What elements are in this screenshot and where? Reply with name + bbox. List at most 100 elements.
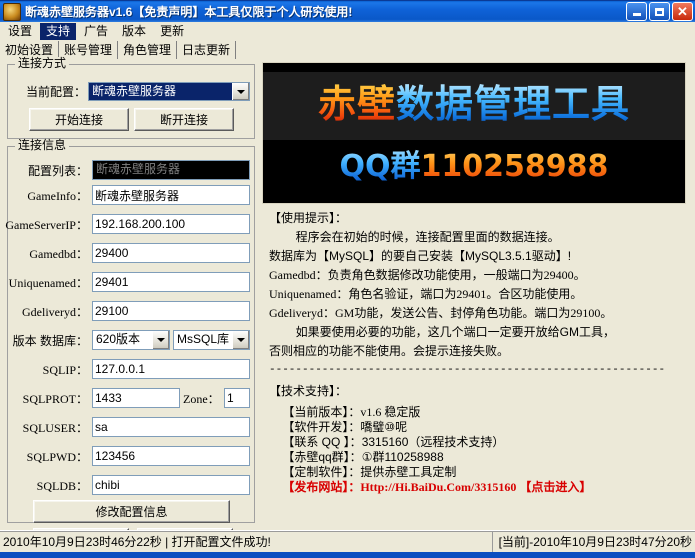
version-combo[interactable]: 620版本: [92, 330, 170, 350]
sqlprot-field[interactable]: [92, 388, 180, 408]
maximize-icon: [655, 8, 664, 16]
gamedbd-label: Gamedbd：: [6, 247, 88, 261]
gameserverip-field[interactable]: [92, 214, 250, 234]
banner-qq-number: 110258988: [421, 149, 609, 184]
support-row-1-value: 嘺璧⑩呢: [360, 420, 407, 434]
menu-item-update[interactable]: 更新: [154, 23, 190, 40]
support-row-0: 【当前版本】：v1.6 稳定版: [269, 405, 681, 420]
window-bottom-edge: [0, 552, 695, 558]
banner-qq-label: QQ群: [340, 149, 421, 184]
database-combo-value: MsSQL库: [174, 331, 232, 349]
info-divider: ----------------------------------------…: [269, 361, 681, 380]
info-text-panel[interactable]: 【使用提示】： 程序会在初始的时候，连接配置里面的数据连接。 数据库为【MySQ…: [262, 206, 686, 523]
window-title: 断魂赤壁服务器v1.6【免责声明】本工具仅限于个人研究使用!: [25, 3, 352, 20]
chevron-down-icon[interactable]: [152, 331, 169, 349]
menu-item-version[interactable]: 版本: [116, 23, 152, 40]
support-row-3: 【赤壁qq群】：①群110258988: [269, 450, 681, 465]
gamedbd-field[interactable]: [92, 243, 250, 263]
sqlip-field[interactable]: [92, 359, 250, 379]
minimize-button[interactable]: [626, 2, 647, 21]
support-heading: 【技术支持】：: [269, 382, 681, 401]
support-row-0-value: v1.6 稳定版: [360, 405, 420, 419]
gameinfo-label: GameInfo：: [6, 189, 88, 203]
support-row-2-key: 【联系 QQ 】：: [269, 435, 362, 449]
support-row-5[interactable]: 【发布网站】：Http://Hi.BaiDu.Com/3315160 【点击进入…: [269, 480, 681, 495]
disconnect-button[interactable]: 断开连接: [134, 108, 234, 131]
status-left-pane: 2010年10月9日23时46分22秒 | 打开配置文件成功!: [0, 532, 493, 552]
tab-strip: 初始设置 账号管理 角色管理 日志更新: [0, 40, 695, 59]
config-list-box[interactable]: 断魂赤壁服务器: [92, 160, 250, 180]
banner-qq-line: QQ群110258988: [263, 147, 685, 187]
banner-title-part1: 赤壁: [318, 82, 396, 126]
close-button[interactable]: ✕: [672, 2, 693, 21]
support-row-0-key: 【当前版本】：: [269, 405, 360, 419]
tab-log-update[interactable]: 日志更新: [177, 41, 236, 59]
current-config-combo-value: 断魂赤壁服务器: [89, 83, 232, 100]
chevron-down-icon[interactable]: [232, 83, 249, 100]
info-line-5: 如果要使用必要的功能，这几个端口一定要开放给GM工具，: [269, 323, 681, 342]
maximize-button[interactable]: [649, 2, 670, 21]
modify-config-button[interactable]: 修改配置信息: [33, 500, 230, 523]
application-window: 断魂赤壁服务器v1.6【免责声明】本工具仅限于个人研究使用! ✕ 设置 支持 广…: [0, 0, 695, 558]
info-line-1: 数据库为【MySQL】的要自己安装【MySQL3.5.1驱动】!: [269, 247, 681, 266]
status-bar: 2010年10月9日23时46分22秒 | 打开配置文件成功! [当前]-201…: [0, 530, 695, 552]
gdeliveryd-field[interactable]: [92, 301, 250, 321]
status-right-pane: [当前]-2010年10月9日23时47分20秒: [493, 532, 695, 552]
info-line-3: Uniquenamed：角色名验证，端口为29401。合区功能使用。: [269, 285, 681, 304]
current-config-combo[interactable]: 断魂赤壁服务器: [88, 82, 250, 101]
uniquenamed-field[interactable]: [92, 272, 250, 292]
tab-role-management[interactable]: 角色管理: [118, 41, 177, 59]
promo-banner: 赤壁数据管理工具 QQ群110258988: [262, 62, 686, 204]
support-row-4-key: 【定制软件】：: [269, 465, 360, 479]
support-row-1: 【软件开发】：嘺璧⑩呢: [269, 420, 681, 435]
menu-item-support[interactable]: 支持: [40, 23, 76, 40]
sqluser-field[interactable]: [92, 417, 250, 437]
sqlpwd-field[interactable]: [92, 446, 250, 466]
start-connect-button[interactable]: 开始连接: [29, 108, 129, 131]
support-row-3-value: ①群110258988: [362, 450, 444, 464]
gameinfo-field[interactable]: [92, 185, 250, 205]
zone-label: Zone：: [183, 392, 223, 406]
main-content: 连接方式 当前配置： 断魂赤壁服务器 开始连接 断开连接 连接信息 配置列表： …: [0, 59, 695, 530]
support-row-4: 【定制软件】：提供赤壁工具定制: [269, 465, 681, 480]
release-website-link[interactable]: Http://Hi.BaiDu.Com/3315160 【点击进入】: [360, 480, 591, 494]
sqlpwd-label: SQLPWD：: [12, 450, 88, 464]
config-list-label: 配置列表：: [10, 164, 88, 178]
connection-info-group-title: 连接信息: [15, 139, 69, 152]
version-combo-value: 620版本: [93, 331, 152, 349]
support-row-2-value: 3315160（远程技术支持）: [362, 435, 505, 449]
sqlprot-label: SQLPROT：: [8, 392, 88, 406]
window-controls: ✕: [626, 2, 693, 21]
support-row-4-value: 提供赤壁工具定制: [360, 465, 456, 479]
support-row-3-key: 【赤壁qq群】：: [269, 450, 362, 464]
close-icon: ✕: [677, 5, 688, 18]
minimize-icon: [633, 13, 641, 16]
info-line-0: 程序会在初始的时候，连接配置里面的数据连接。: [269, 228, 681, 247]
chevron-down-icon[interactable]: [232, 331, 249, 349]
database-combo[interactable]: MsSQL库: [173, 330, 250, 350]
support-row-2: 【联系 QQ 】：3315160（远程技术支持）: [269, 435, 681, 450]
list-item[interactable]: 断魂赤壁服务器: [93, 161, 249, 177]
support-row-1-key: 【软件开发】：: [269, 420, 360, 434]
sqluser-label: SQLUSER：: [8, 421, 88, 435]
sqldb-label: SQLDB：: [18, 479, 88, 493]
version-db-label: 版本 数据库：: [6, 334, 88, 348]
banner-title: 赤壁数据管理工具: [263, 79, 685, 129]
banner-title-part2: 数据管理工具: [396, 82, 630, 126]
menu-bar: 设置 支持 广告 版本 更新: [0, 22, 695, 40]
info-line-6: 否则相应的功能不能使用。会提示连接失败。: [269, 342, 681, 361]
info-line-4: Gdeliveryd：GM功能，发送公告、封停角色功能。端口为29100。: [269, 304, 681, 323]
title-bar: 断魂赤壁服务器v1.6【免责声明】本工具仅限于个人研究使用! ✕: [0, 0, 695, 22]
menu-item-ads[interactable]: 广告: [78, 23, 114, 40]
connection-method-group-title: 连接方式: [15, 57, 69, 70]
sqldb-field[interactable]: [92, 475, 250, 495]
info-line-2: Gamedbd：负责角色数据修改功能使用，一般端口为29400。: [269, 266, 681, 285]
uniquenamed-label: Uniquenamed：: [0, 276, 88, 290]
support-row-5-key: 【发布网站】：: [269, 480, 360, 494]
app-icon: [3, 3, 21, 21]
current-config-label: 当前配置：: [16, 85, 86, 99]
zone-field[interactable]: [224, 388, 250, 408]
usage-heading: 【使用提示】：: [269, 209, 681, 228]
gdeliveryd-label: Gdeliveryd：: [2, 305, 88, 319]
menu-item-settings[interactable]: 设置: [2, 23, 38, 40]
